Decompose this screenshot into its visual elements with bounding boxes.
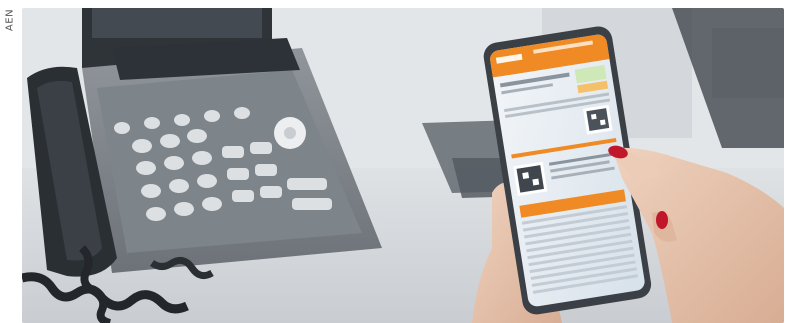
photograph xyxy=(22,8,784,323)
photo-illustration xyxy=(22,8,784,323)
photo-credit-label: AEN xyxy=(4,8,16,32)
photo-credit: AEN xyxy=(0,0,20,40)
